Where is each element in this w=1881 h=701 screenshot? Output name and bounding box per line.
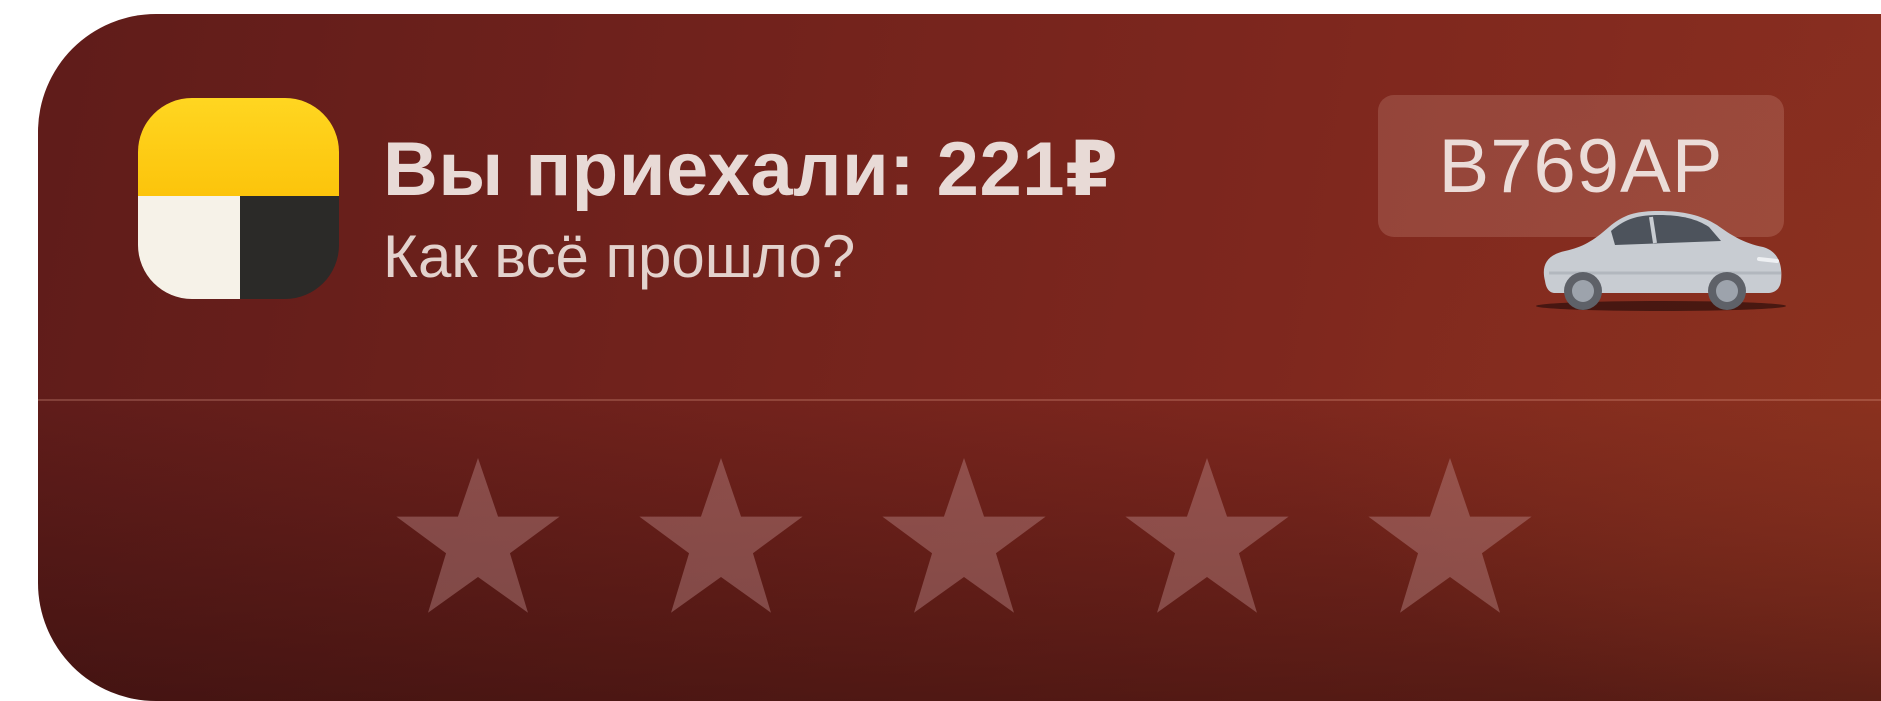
car-icon [1531,203,1789,315]
notification-card[interactable]: Вы приехали: 221₽ Как всё прошло? В769АР [38,14,1881,701]
app-icon-black-part [240,196,339,299]
star-icon-3[interactable] [879,458,1049,628]
yandex-go-app-icon [138,98,339,299]
star-icon-5[interactable] [1365,458,1535,628]
rating-stars [393,458,1573,628]
star-icon-1[interactable] [393,458,563,628]
star-icon-4[interactable] [1122,458,1292,628]
divider [38,399,1881,401]
notification-subtitle: Как всё прошло? [383,223,856,290]
notification-title: Вы приехали: 221₽ [383,127,1119,212]
app-icon-white-part [138,196,240,299]
star-icon-2[interactable] [636,458,806,628]
app-icon-yellow-part [138,98,339,196]
